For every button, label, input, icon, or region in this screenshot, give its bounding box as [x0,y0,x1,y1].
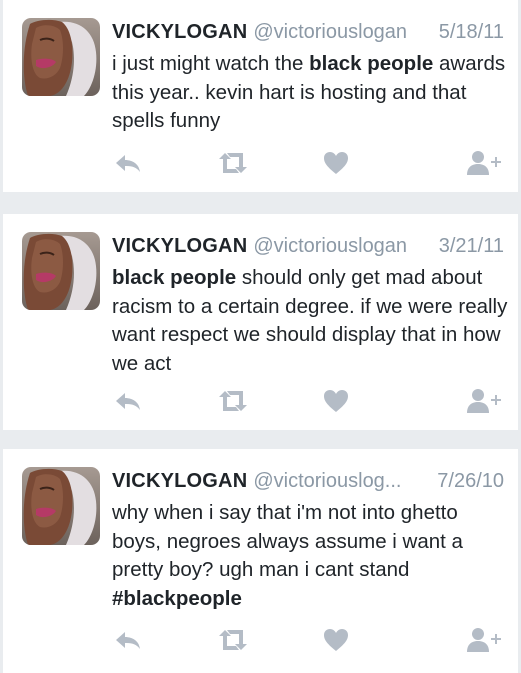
tweet-card[interactable]: VICKYLOGAN @victoriouslogan 3/21/11 black… [3,214,518,430]
avatar-photo-icon [22,467,100,545]
reply-icon [116,393,140,410]
author-handle[interactable]: @victoriouslogan [253,235,407,257]
like-button[interactable] [318,386,354,416]
follow-button[interactable] [465,148,501,178]
reply-button[interactable] [109,386,145,416]
tweet-text: why when i say that i'm not into ghetto … [112,499,512,613]
retweet-icon [219,391,247,411]
reply-icon [116,155,140,172]
avatar[interactable] [22,467,100,545]
tweet-header: VICKYLOGAN @victoriouslogan 3/21/11 [112,230,504,262]
retweet-button[interactable] [215,386,251,416]
heart-icon [324,629,348,651]
tweet-date[interactable]: 5/18/11 [432,16,504,48]
retweet-icon [219,630,247,650]
tweet-text: i just might watch the black people awar… [112,50,512,136]
tweet-text: black people should only get mad about r… [112,264,512,378]
tweet-card[interactable]: VICKYLOGAN @victoriouslogan 5/18/11 i jus… [3,0,518,192]
tweet-header: VICKYLOGAN @victoriouslog... 7/26/10 [112,465,504,497]
tweet-card[interactable]: VICKYLOGAN @victoriouslog... 7/26/10 why … [3,449,518,673]
tweet-date[interactable]: 3/21/11 [432,230,504,262]
tweet-header: VICKYLOGAN @victoriouslogan 5/18/11 [112,16,504,48]
reply-button[interactable] [109,148,145,178]
avatar-photo-icon [22,18,100,96]
author-handle[interactable]: @victoriouslogan [253,21,407,43]
reply-icon [116,632,140,649]
follow-icon [467,628,501,652]
author-name[interactable]: VICKYLOGAN [112,470,247,492]
tweet-text-highlight: #blackpeople [112,586,242,610]
author-name[interactable]: VICKYLOGAN [112,21,247,43]
reply-button[interactable] [109,625,145,655]
avatar[interactable] [22,18,100,96]
tweet-actions [3,386,518,416]
heart-icon [324,152,348,174]
retweet-icon [219,153,247,173]
like-button[interactable] [318,625,354,655]
follow-button[interactable] [465,625,501,655]
tweet-actions [3,148,518,178]
tweet-text-part: why when i say that i'm not into ghetto … [112,501,463,581]
tweet-text-highlight: black people [309,52,434,75]
follow-icon [467,389,501,413]
retweet-button[interactable] [215,148,251,178]
like-button[interactable] [318,148,354,178]
author-name[interactable]: VICKYLOGAN [112,235,247,257]
tweet-text-part: i just might watch the [112,52,310,75]
follow-icon [467,151,501,175]
retweet-button[interactable] [215,625,251,655]
tweet-feed: VICKYLOGAN @victoriouslogan 5/18/11 i jus… [0,0,521,673]
author-handle[interactable]: @victoriouslog... [253,470,401,492]
avatar-photo-icon [22,232,100,310]
follow-button[interactable] [465,386,501,416]
tweet-date[interactable]: 7/26/10 [431,465,504,497]
tweet-text-highlight: black people [112,266,237,289]
heart-icon [324,390,348,412]
avatar[interactable] [22,232,100,310]
tweet-actions [3,625,518,655]
